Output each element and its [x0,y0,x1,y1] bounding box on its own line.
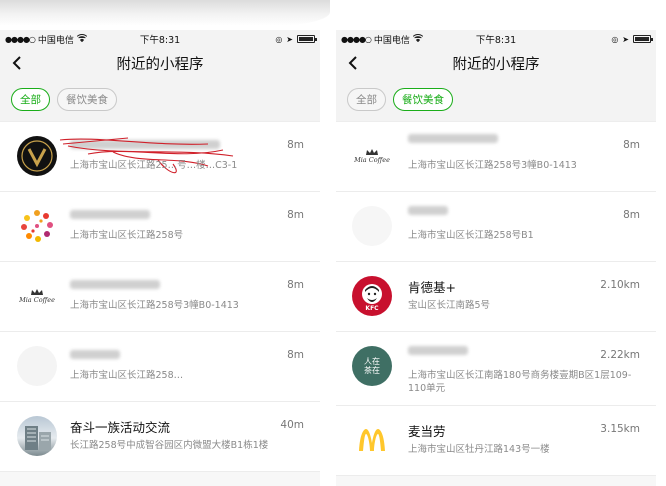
category-tabs: 全部 餐饮美食 [336,78,656,122]
tea-logo-icon: 人在茶在 [352,346,392,386]
back-arrow-icon[interactable] [10,55,26,71]
list-item[interactable]: KFC 肯德基+ 宝山区长江南路5号 2.10km [336,262,656,332]
status-bar: ●●●●○ 中国电信 下午8:31 ◎ ➤ [336,30,656,48]
rotation-lock-icon: ◎ [275,34,283,44]
location-arrow-icon: ➤ [622,34,629,44]
nav-bar: 附近的小程序 [336,48,656,78]
logo-text: 人在茶在 [364,357,380,375]
crown-logo-icon: Mia Coffee [17,276,57,316]
tab-food[interactable]: 餐饮美食 [57,88,117,111]
list-item[interactable]: 人在茶在 上海市宝山区长江南路180号商务楼壹期B区1层109-110单元 2.… [336,332,656,406]
wifi-icon [76,33,88,45]
item-name: 肯德基+ [408,280,456,295]
redacted-name [70,350,120,359]
carrier-label: 中国电信 [37,35,74,46]
mini-program-list: Mia Coffee 上海市宝山区长江路258号3幢B0-1413 8m 上海市… [336,122,656,476]
item-distance: 2.22km [600,349,640,361]
list-item[interactable]: Mia Coffee 上海市宝山区长江路258号3幢B0-1413 8m [0,262,320,332]
list-item[interactable]: 上海市宝山区长江路258… 8m [0,332,320,402]
list-item[interactable]: 上海市宝山区长江路258号 8m [0,192,320,262]
item-address: 上海市宝山区长江路258号 [70,230,184,241]
item-address: 长江路258号中成智谷园区内微盟大楼B1栋1楼 [70,440,269,451]
tab-all[interactable]: 全部 [347,88,386,111]
logo-text: Mia Coffee [354,155,390,164]
item-address: 上海市宝山区牡丹江路143号一楼 [408,444,550,455]
crown-logo-icon: Mia Coffee [352,136,392,176]
carrier-label: 中国电信 [373,35,410,46]
list-item[interactable]: Mia Coffee 上海市宝山区长江路258号3幢B0-1413 8m [336,122,656,192]
mcdonalds-logo-icon [352,420,392,460]
building-photo-icon [17,416,57,456]
back-arrow-icon[interactable] [346,55,362,71]
right-phone-screen: ●●●●○ 中国电信 下午8:31 ◎ ➤ 附近的小程序 全部 餐饮美食 Mia… [336,30,656,486]
item-distance: 2.10km [600,279,640,291]
item-name: 奋斗一族活动交流 [70,420,171,435]
item-distance: 8m [287,139,304,151]
dot-ring-icon [17,206,57,246]
category-tabs: 全部 餐饮美食 [0,78,320,122]
item-distance: 8m [623,209,640,221]
page-title: 附近的小程序 [452,56,540,73]
blank-icon [17,346,57,386]
item-address: 上海市宝山区长江路258… [70,370,184,381]
item-distance: 40m [280,419,304,431]
redacted-name [70,210,150,219]
item-distance: 8m [287,279,304,291]
status-bar: ●●●●○ 中国电信 下午8:31 ◎ ➤ [0,30,320,48]
signal-icon: ●●●●○ [341,34,372,44]
list-item[interactable]: 上海市宝山区长江路258号B1 8m [336,192,656,262]
item-address: 宝山区长江南路5号 [408,300,491,311]
page-title: 附近的小程序 [116,56,204,73]
logo-text: Mia Coffee [19,295,55,304]
battery-icon [297,35,317,43]
signal-icon: ●●●●○ [5,34,36,44]
item-distance: 8m [287,349,304,361]
redacted-name [408,134,498,143]
item-address: 上海市宝山区长江路258号3幢B0-1413 [70,300,239,311]
list-item[interactable]: 奋斗一族活动交流 长江路258号中成智谷园区内微盟大楼B1栋1楼 40m [0,402,320,472]
item-address: 上海市宝山区长江南路180号商务楼壹期B区1层109-110单元 [408,370,632,394]
item-distance: 3.15km [600,423,640,435]
item-address: 上海市宝山区长江路258号B1 [408,230,534,241]
redacted-name [408,346,468,355]
item-address: 上海市宝山区长江路25…号…楼…C3-1 [70,160,238,171]
battery-icon [633,35,653,43]
location-arrow-icon: ➤ [286,34,293,44]
item-distance: 8m [623,139,640,151]
rotation-lock-icon: ◎ [611,34,619,44]
logo-text: KFC [365,305,379,312]
item-name: 麦当劳 [408,424,446,439]
blank-icon [352,206,392,246]
photo-edge-shadow [0,0,330,26]
item-distance: 8m [287,209,304,221]
list-item[interactable]: 上海市宝山区长江路25…号…楼…C3-1 8m [0,122,320,192]
kfc-logo-icon: KFC [352,276,392,316]
v-logo-icon [17,136,57,176]
wifi-icon [412,33,424,45]
redacted-name [408,206,448,215]
tab-food[interactable]: 餐饮美食 [393,88,453,111]
tab-all[interactable]: 全部 [11,88,50,111]
list-item[interactable]: 麦当劳 上海市宝山区牡丹江路143号一楼 3.15km [336,406,656,476]
redacted-name [70,280,160,289]
nav-bar: 附近的小程序 [0,48,320,78]
mini-program-list: 上海市宝山区长江路25…号…楼…C3-1 8m 上海市宝山区长江路258号 8m… [0,122,320,472]
left-phone-screen: ●●●●○ 中国电信 下午8:31 ◎ ➤ 附近的小程序 全部 餐饮美食 上海市… [0,30,320,486]
item-address: 上海市宝山区长江路258号3幢B0-1413 [408,160,577,171]
